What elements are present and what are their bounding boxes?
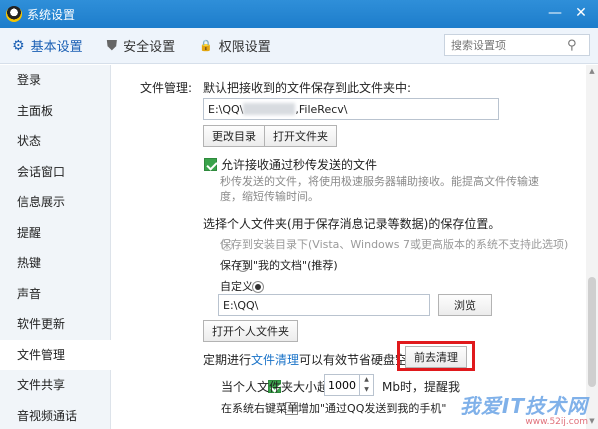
search-input[interactable] — [445, 35, 565, 55]
close-button[interactable]: ✕ — [568, 2, 594, 24]
vertical-scrollbar[interactable]: ▲ ▼ — [586, 65, 598, 429]
tab-basic-settings[interactable]: ⚙ 基本设置 — [0, 28, 95, 64]
stepper-arrows: ▲ ▼ — [360, 374, 374, 396]
allow-instant-transfer-label: 允许接收通过秒传发送的文件 — [221, 158, 378, 172]
context-menu-label: 在系统右键菜单增加"通过QQ发送到我的手机" — [221, 402, 447, 415]
receive-folder-label: 默认把接收到的文件保存到此文件夹中: — [203, 81, 412, 95]
size-limit-label: 当个人文件夹大小超过 — [221, 380, 342, 394]
tab-bar: ⚙ 基本设置 ⛊ 安全设置 🔒 权限设置 ⚲ — [0, 28, 598, 64]
custom-path-field[interactable] — [218, 294, 430, 316]
sidebar-item-chat-window[interactable]: 会话窗口 — [0, 157, 110, 188]
sidebar-item-hotkeys[interactable]: 热键 — [0, 248, 110, 279]
custom-label: 自定义 — [220, 280, 253, 293]
receive-path-suffix: ,FileRecv\ — [295, 102, 348, 116]
minimize-button[interactable]: — — [542, 2, 568, 24]
sidebar-item-sound[interactable]: 声音 — [0, 279, 110, 310]
sidebar-item-reminder[interactable]: 提醒 — [0, 218, 110, 249]
qq-logo-icon — [6, 6, 22, 22]
my-documents-label: 保存到"我的文档"(推荐) — [220, 259, 338, 272]
sidebar-item-info-display[interactable]: 信息展示 — [0, 187, 110, 218]
scroll-up-icon[interactable]: ▲ — [586, 67, 598, 77]
receive-path-field[interactable]: E:\QQ\ ,FileRecv\ — [203, 98, 499, 120]
title-bar: 系统设置 — ✕ — [0, 0, 598, 28]
gear-icon: ⚙ — [12, 37, 25, 54]
sidebar: 登录 主面板 状态 会话窗口 信息展示 提醒 热键 声音 软件更新 文件管理 文… — [0, 65, 111, 429]
tab-label: 安全设置 — [123, 40, 176, 55]
watermark-title: 我爱IT技术网 — [459, 394, 588, 418]
open-personal-folder-button[interactable]: 打开个人文件夹 — [203, 320, 298, 342]
search-box[interactable]: ⚲ — [444, 34, 590, 56]
cleanup-text-pre: 定期进行 — [203, 353, 252, 367]
shield-icon: ⛊ — [106, 37, 118, 54]
settings-panel: 文件管理: 默认把接收到的文件保存到此文件夹中: E:\QQ\ ,FileRec… — [112, 65, 586, 429]
red-highlight-box — [397, 341, 475, 371]
custom-radio[interactable] — [252, 280, 265, 293]
allow-instant-transfer-checkbox[interactable] — [204, 158, 217, 171]
redacted-blur — [243, 103, 296, 115]
instant-transfer-description-2: 度，缩短传输时间。 — [220, 190, 319, 203]
stepper-up-icon[interactable]: ▲ — [360, 375, 373, 385]
window-controls: — ✕ — [542, 2, 594, 24]
scrollbar-thumb[interactable] — [588, 277, 596, 387]
sidebar-item-file-management[interactable]: 文件管理 — [0, 339, 111, 370]
tab-security-settings[interactable]: ⛊ 安全设置 — [95, 28, 188, 64]
browse-button[interactable]: 浏览 — [438, 294, 492, 316]
receive-path-prefix: E:\QQ\ — [208, 102, 244, 116]
lock-icon: 🔒 — [199, 39, 213, 52]
sidebar-item-file-sharing[interactable]: 文件共享 — [0, 370, 110, 401]
sidebar-item-av-call[interactable]: 音视频通话 — [0, 401, 110, 429]
personal-folder-label: 选择个人文件夹(用于保存消息记录等数据)的保存位置。 — [203, 217, 501, 231]
section-label: 文件管理: — [140, 81, 193, 95]
sidebar-item-software-update[interactable]: 软件更新 — [0, 309, 110, 340]
sidebar-item-main-panel[interactable]: 主面板 — [0, 96, 110, 127]
open-folder-button[interactable]: 打开文件夹 — [264, 125, 337, 147]
window-title: 系统设置 — [27, 7, 76, 22]
size-limit-unit-label: Mb时，提醒我 — [382, 380, 460, 394]
tab-permission-settings[interactable]: 🔒 权限设置 — [187, 28, 283, 64]
sidebar-item-status[interactable]: 状态 — [0, 126, 110, 157]
change-directory-button[interactable]: 更改目录 — [203, 125, 265, 147]
watermark: 我爱IT技术网 www.52ij.com — [460, 390, 588, 427]
stepper-down-icon[interactable]: ▼ — [360, 385, 373, 395]
install-dir-label: 保存到安装目录下(Vista、Windows 7或更高版本的系统不支持此选项) — [220, 238, 569, 251]
size-limit-stepper[interactable]: ▲ ▼ — [324, 374, 374, 396]
size-limit-input[interactable] — [324, 374, 360, 396]
file-cleanup-link[interactable]: 文件清理 — [251, 353, 299, 367]
sidebar-item-login[interactable]: 登录 — [0, 65, 110, 96]
tab-label: 权限设置 — [218, 40, 271, 55]
search-icon[interactable]: ⚲ — [567, 38, 577, 53]
tab-label: 基本设置 — [30, 40, 83, 55]
instant-transfer-description: 秒传发送的文件，将使用极速服务器辅助接收。能提高文件传输速 — [220, 175, 539, 188]
